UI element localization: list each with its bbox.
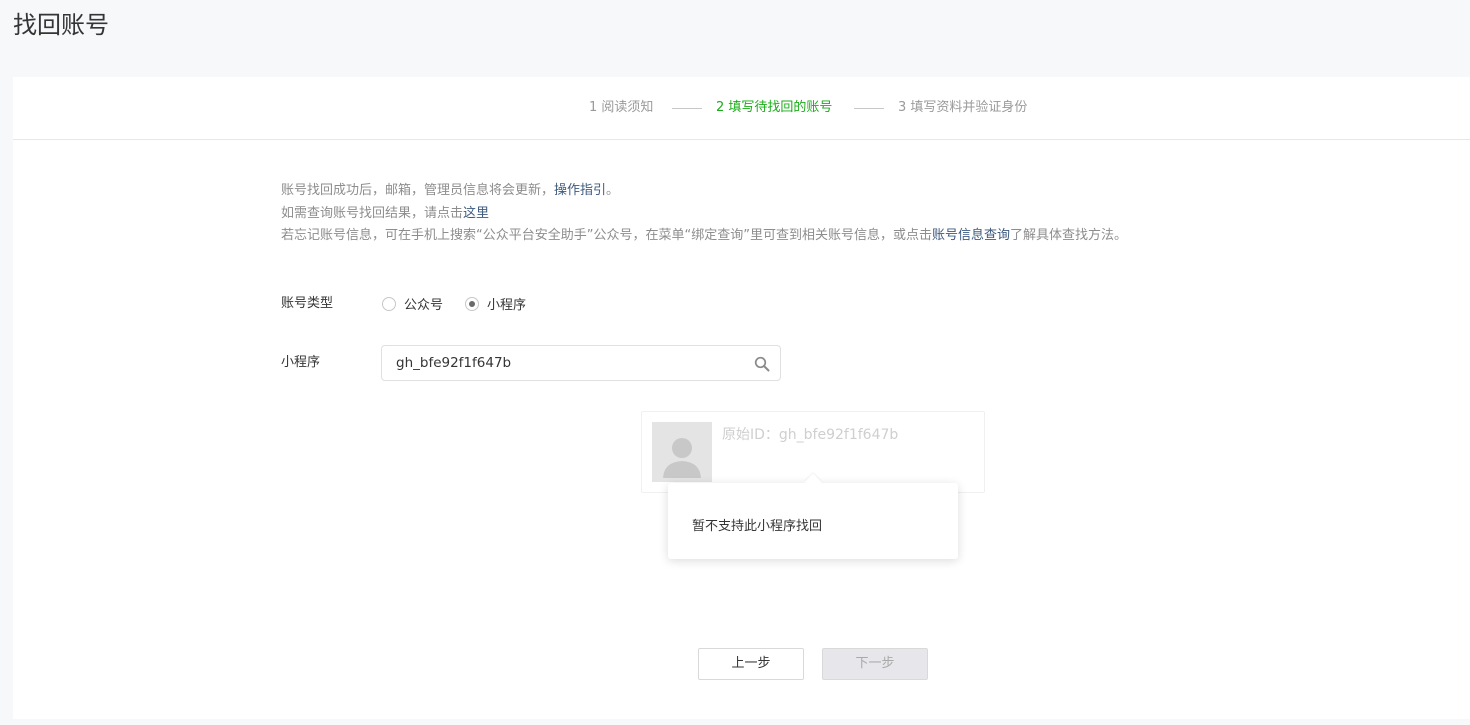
- note-text: 。: [606, 183, 620, 198]
- note-text: 如需查询账号找回结果，请点击: [281, 205, 464, 221]
- step-indicator: 1 阅读须知 2 填写待找回的账号 3 填写资料并验证身份: [13, 77, 1470, 140]
- radio-label: 小程序: [487, 298, 527, 313]
- avatar: [652, 422, 712, 482]
- radio-button[interactable]: [382, 296, 396, 311]
- step-1: 1 阅读须知: [589, 100, 654, 115]
- info-notes: 账号找回成功后，邮箱，管理员信息将会更新，操作指引。 如需查询账号找回结果，请点…: [281, 180, 1127, 248]
- result-query-link[interactable]: 这里: [463, 206, 489, 221]
- step-divider: [672, 108, 702, 109]
- radio-button-checked[interactable]: [465, 296, 479, 311]
- radio-label: 公众号: [404, 298, 444, 313]
- account-type-label: 账号类型: [281, 296, 334, 311]
- next-step-button[interactable]: 下一步: [822, 648, 928, 680]
- step-divider: [854, 108, 884, 109]
- radio-official-account[interactable]: 公众号: [382, 294, 443, 313]
- search-icon[interactable]: [754, 356, 770, 372]
- user-placeholder-icon: [663, 438, 701, 478]
- unsupported-tooltip: 暂不支持此小程序找回: [668, 483, 958, 559]
- miniprogram-search-box: [381, 345, 781, 381]
- operation-guide-link[interactable]: 操作指引: [554, 183, 606, 198]
- step-2-active: 2 填写待找回的账号: [716, 100, 833, 115]
- note-line-3: 若忘记账号信息，可在手机上搜索“公众平台安全助手”公众号，在菜单“绑定查询”里可…: [281, 225, 1127, 248]
- radio-miniprogram[interactable]: 小程序: [465, 294, 526, 313]
- page-title: 找回账号: [13, 11, 109, 39]
- note-line-1: 账号找回成功后，邮箱，管理员信息将会更新，操作指引。: [281, 180, 1127, 203]
- note-text: 了解具体查找方法。: [1009, 228, 1127, 243]
- step-3: 3 填写资料并验证身份: [898, 100, 1028, 115]
- tooltip-text: 暂不支持此小程序找回: [692, 519, 823, 534]
- account-info-query-link[interactable]: 账号信息查询: [932, 228, 1010, 243]
- note-line-2: 如需查询账号找回结果，请点击这里: [281, 203, 1127, 226]
- note-text: 若忘记账号信息，可在手机上搜索“公众平台安全助手”公众号，在菜单“绑定查询”里可…: [281, 228, 932, 243]
- prev-step-button[interactable]: 上一步: [698, 648, 804, 680]
- miniprogram-search-input[interactable]: [396, 346, 736, 380]
- recovery-card: 1 阅读须知 2 填写待找回的账号 3 填写资料并验证身份 账号找回成功后，邮箱…: [13, 77, 1470, 719]
- miniprogram-label: 小程序: [281, 355, 321, 370]
- note-text: 账号找回成功后，邮箱，管理员信息将会更新，: [281, 183, 555, 198]
- original-id-text: 原始ID：gh_bfe92f1f647b: [722, 427, 899, 443]
